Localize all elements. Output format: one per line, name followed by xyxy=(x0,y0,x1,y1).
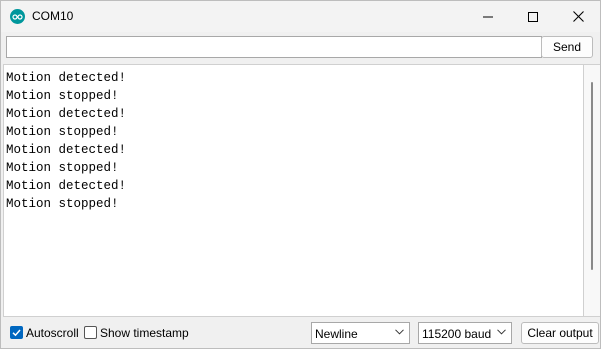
autoscroll-label[interactable]: Autoscroll xyxy=(26,326,79,340)
autoscroll-checkbox[interactable] xyxy=(10,326,23,339)
show-timestamp-checkbox[interactable] xyxy=(84,326,97,339)
line-ending-value: Newline xyxy=(315,327,358,341)
send-bar: Send xyxy=(1,32,600,63)
minimize-icon xyxy=(483,16,493,17)
show-timestamp-label[interactable]: Show timestamp xyxy=(100,326,189,340)
output-line: Motion stopped! xyxy=(6,161,119,175)
serial-output[interactable]: Motion detected! Motion stopped! Motion … xyxy=(3,64,584,317)
output-line: Motion stopped! xyxy=(6,197,119,211)
output-line: Motion detected! xyxy=(6,71,127,85)
close-icon xyxy=(572,11,584,22)
title-bar[interactable]: COM10 xyxy=(1,1,600,32)
maximize-icon xyxy=(528,11,538,22)
clear-output-button[interactable]: Clear output xyxy=(521,322,599,344)
send-button[interactable]: Send xyxy=(541,36,593,58)
baud-rate-value: 115200 baud xyxy=(422,327,492,341)
checkmark-icon xyxy=(12,329,21,337)
message-input[interactable] xyxy=(6,36,542,58)
maximize-button[interactable] xyxy=(510,1,556,32)
chevron-down-icon xyxy=(497,329,506,335)
serial-monitor-window: COM10 Send Motion detected! Motion stopp… xyxy=(0,0,601,349)
output-line: Motion detected! xyxy=(6,143,127,157)
output-line: Motion stopped! xyxy=(6,89,119,103)
line-ending-select[interactable]: Newline xyxy=(311,322,410,344)
output-line: Motion detected! xyxy=(6,107,127,121)
output-line: Motion stopped! xyxy=(6,125,119,139)
bottom-bar: Autoscroll Show timestamp Newline 115200… xyxy=(1,317,600,348)
close-button[interactable] xyxy=(555,1,601,32)
output-line: Motion detected! xyxy=(6,179,127,193)
vertical-scrollbar[interactable] xyxy=(584,64,600,317)
scrollbar-thumb[interactable] xyxy=(591,82,593,270)
arduino-logo-icon xyxy=(10,9,25,24)
chevron-down-icon xyxy=(395,329,404,335)
window-title: COM10 xyxy=(32,9,74,23)
baud-rate-select[interactable]: 115200 baud xyxy=(418,322,512,344)
minimize-button[interactable] xyxy=(465,1,511,32)
output-lines: Motion detected! Motion stopped! Motion … xyxy=(6,69,126,213)
